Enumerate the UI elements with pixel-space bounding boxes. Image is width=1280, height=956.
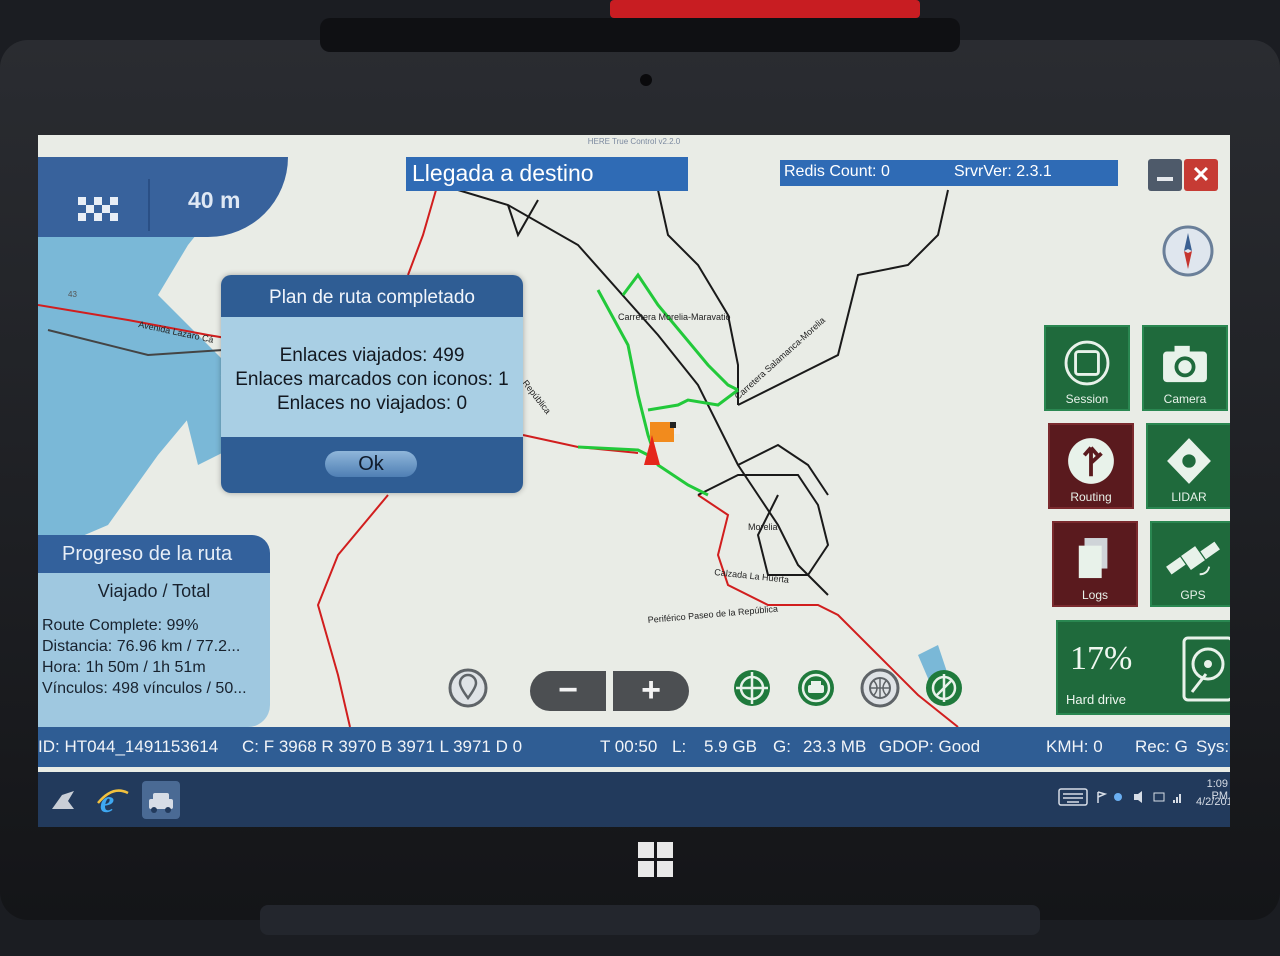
label-periferico: Periférico Paseo de la República <box>647 604 778 625</box>
compass-icon[interactable] <box>1162 225 1214 277</box>
hard-drive-label: Hard drive <box>1066 692 1126 707</box>
mount-clip <box>320 18 960 52</box>
route-complete: Route Complete: 99% <box>42 617 199 634</box>
routing-arrow-icon <box>1068 438 1114 484</box>
distance-to-next: 40 m <box>188 187 241 213</box>
hard-drive-tile[interactable]: 17% Hard drive <box>1056 620 1230 715</box>
camera-label: Camera <box>1163 392 1207 406</box>
ok-button[interactable]: Ok <box>325 451 417 477</box>
session-tile[interactable]: Session <box>1044 325 1130 411</box>
routing-label: Routing <box>1070 490 1112 504</box>
progress-body: Viajado / Total Route Complete: 99% Dist… <box>38 573 270 727</box>
label-morelia: Morelia <box>748 522 778 532</box>
logs-label: Logs <box>1081 588 1109 602</box>
gdop-status: GDOP: Good <box>879 737 981 756</box>
server-status-bar: Redis Count: 0 SrvrVer: 2.3.1 <box>780 160 1118 186</box>
system-tray-icons[interactable] <box>1096 790 1186 804</box>
label-republica: República <box>520 378 553 416</box>
zoom-in-button[interactable]: + <box>613 671 689 711</box>
location-pin-icon[interactable] <box>448 668 488 708</box>
car-app-icon[interactable] <box>142 781 180 819</box>
route-progress-panel: Progreso de la ruta Viajado / Total Rout… <box>38 535 270 727</box>
header-separator <box>148 179 150 231</box>
distance-progress: Distancia: 76.96 km / 77.2... <box>42 638 241 655</box>
globe-icon[interactable] <box>860 668 900 708</box>
gps-size-label: G: <box>773 737 791 756</box>
links-marked: Enlaces marcados con iconos: 1 <box>235 369 509 390</box>
label-highway2: Carretera Salamanca-Morelia <box>733 315 827 401</box>
internet-explorer-icon[interactable]: e <box>94 781 132 819</box>
camera-tile[interactable]: Camera <box>1142 325 1228 411</box>
label-calzada: Calzada La Huerta <box>714 567 790 585</box>
lidar-label: LIDAR <box>1171 490 1207 504</box>
minimize-button[interactable] <box>1148 159 1182 191</box>
mount-bottom-bar <box>260 905 1040 935</box>
satellite-icon <box>1166 541 1220 576</box>
dialog-header: Plan de ruta completado <box>221 275 523 317</box>
lidar-size: 5.9 GB <box>704 737 757 756</box>
taskbar-date: 4/2/2017 <box>1196 796 1230 808</box>
road-red-2 <box>407 189 437 276</box>
checkered-flag-icon <box>78 197 118 221</box>
frame-counters: C: F 3968 R 3970 B 3971 L 3971 D 0 <box>242 737 523 756</box>
dialog-title: Plan de ruta completado <box>269 287 475 308</box>
status-bar: ID: HT044_1491153614 C: F 3968 R 3970 B … <box>38 727 1230 767</box>
bird-app-icon[interactable] <box>44 781 82 819</box>
mount-clip-red <box>610 0 920 18</box>
routing-tile[interactable]: Routing <box>1048 423 1134 509</box>
documents-icon <box>1078 538 1108 579</box>
front-camera <box>640 74 652 86</box>
progress-header: Progreso de la ruta <box>38 535 270 573</box>
rec-status: Rec: G <box>1135 737 1188 756</box>
road-black-6 <box>507 199 539 238</box>
route-complete-dialog: Plan de ruta completado Enlaces viajados… <box>221 275 523 493</box>
label-highway1: Carretera Morelia-Maravatio <box>618 312 731 322</box>
session-id: ID: HT044_1491153614 <box>38 737 219 756</box>
lake-area <box>38 195 228 555</box>
elapsed-time: T 00:50 <box>600 737 658 756</box>
label-num: 43 <box>68 290 77 299</box>
speed-kmh: KMH: 0 <box>1046 737 1103 756</box>
logs-tile[interactable]: Logs <box>1052 521 1138 607</box>
destination-banner: Llegada a destino <box>406 157 688 191</box>
screen: Avenida Lazaro Cá 43 Carretera Morelia-M… <box>38 135 1230 827</box>
gps-label: GPS <box>1180 588 1206 602</box>
dialog-footer: Ok <box>221 437 523 493</box>
links-progress: Vínculos: 498 vínculos / 50... <box>42 680 247 697</box>
camera-icon <box>1163 345 1207 383</box>
keyboard-icon[interactable] <box>1058 788 1088 806</box>
gps-size: 23.3 MB <box>803 737 867 756</box>
redis-count: Redis Count: 0 <box>784 163 890 180</box>
window-title: HERE True Control v2.2.0 <box>587 137 681 146</box>
session-label: Session <box>1065 392 1109 406</box>
hard-drive-icon <box>1182 636 1230 702</box>
north-up-icon[interactable] <box>924 668 964 708</box>
links-traveled: Enlaces viajados: 499 <box>279 345 465 366</box>
road-black-2 <box>657 189 739 405</box>
lidar-icon <box>1167 438 1211 484</box>
windows-logo-icon[interactable] <box>638 842 674 878</box>
road-black-5 <box>737 443 829 496</box>
zoom-out-button[interactable]: − <box>530 671 606 711</box>
progress-subtitle: Viajado / Total <box>97 581 211 601</box>
server-version: SrvrVer: 2.3.1 <box>954 163 1052 180</box>
time-progress: Hora: 1h 50m / 1h 51m <box>42 659 206 676</box>
gps-tile[interactable]: GPS <box>1150 521 1230 607</box>
links-not-traveled: Enlaces no viajados: 0 <box>276 393 468 414</box>
progress-title: Progreso de la ruta <box>62 543 233 565</box>
destination-text: Llegada a destino <box>412 160 594 186</box>
vehicle-follow-icon[interactable] <box>796 668 836 708</box>
hard-drive-percent: 17% <box>1070 640 1133 677</box>
road-red-4 <box>316 494 389 727</box>
lidar-size-label: L: <box>672 737 687 756</box>
windows-taskbar: e 1:09 PM 4/2/2017 <box>38 772 1230 827</box>
close-button[interactable]: ✕ <box>1184 159 1218 191</box>
stop-square-icon <box>1064 340 1110 386</box>
dialog-body: Enlaces viajados: 499 Enlaces marcados c… <box>221 317 523 437</box>
svg-text:e: e <box>100 783 114 819</box>
lidar-tile[interactable]: LIDAR <box>1146 423 1230 509</box>
sys-status: Sys: G <box>1196 737 1230 756</box>
crosshair-icon[interactable] <box>732 668 772 708</box>
